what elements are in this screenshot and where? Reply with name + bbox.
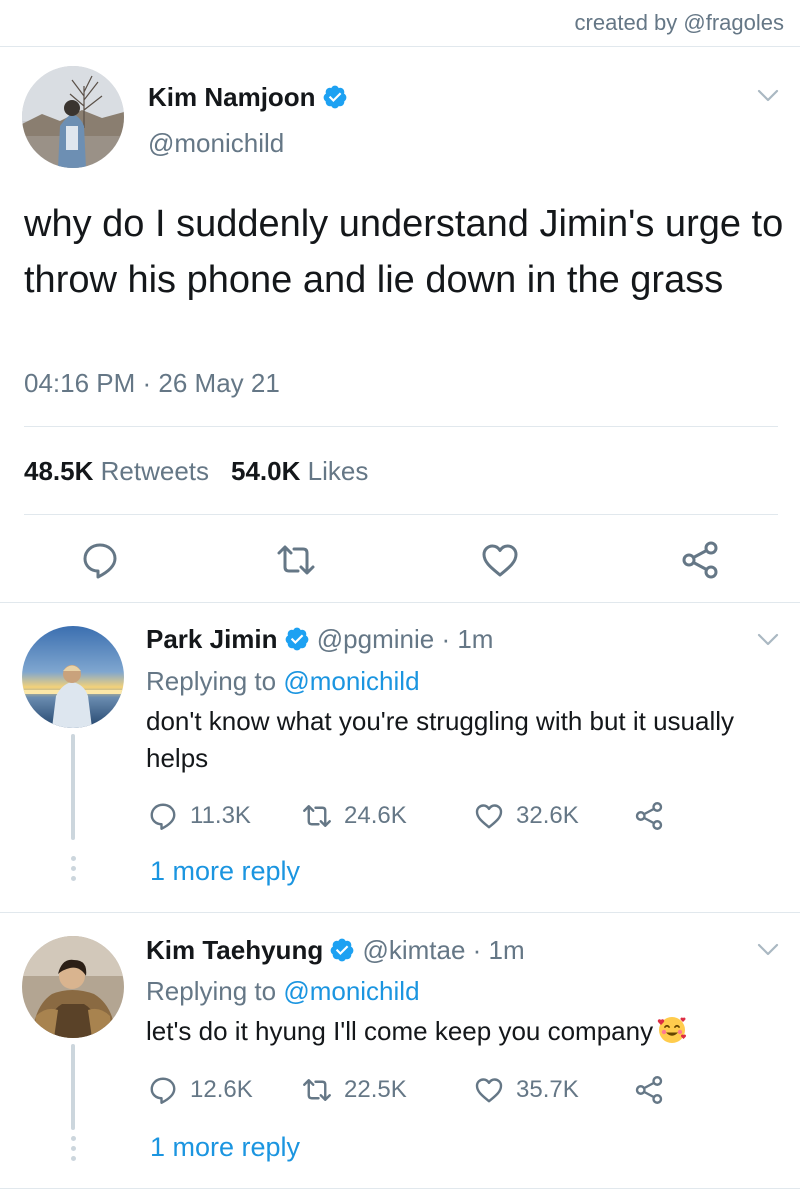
retweet-button[interactable]: 24.6K <box>302 800 407 832</box>
likes-stat[interactable]: 54.0K Likes <box>231 456 368 486</box>
tweet-timestamp[interactable]: 04:16 PM · 26 May 21 <box>24 368 280 399</box>
author-handle[interactable]: @monichild <box>148 128 284 159</box>
avatar[interactable] <box>22 626 124 728</box>
replying-to-handle[interactable]: @monichild <box>283 666 419 696</box>
likes-label: Likes <box>307 456 369 486</box>
replying-to-handle[interactable]: @monichild <box>283 976 419 1006</box>
reply-button[interactable]: 12.6K <box>148 1074 253 1106</box>
retweet-count: 24.6K <box>344 802 407 829</box>
avatar[interactable] <box>22 936 124 1038</box>
thread-dot <box>71 1156 76 1161</box>
avatar[interactable] <box>22 66 124 168</box>
like-icon <box>482 544 518 577</box>
retweets-count: 48.5K <box>24 456 94 486</box>
share-icon <box>682 541 718 579</box>
like-button[interactable]: 35.7K <box>474 1074 579 1106</box>
like-button[interactable] <box>480 540 520 580</box>
thread-dot <box>71 1136 76 1141</box>
reply-count: 12.6K <box>190 1076 253 1103</box>
divider <box>24 514 778 515</box>
share-button[interactable] <box>634 800 676 832</box>
author-name-row[interactable]: Kim Namjoon <box>148 82 348 113</box>
reply-icon <box>83 543 117 579</box>
share-icon <box>635 1076 663 1104</box>
verified-badge-icon <box>284 626 310 652</box>
reply-author-name[interactable]: Kim Taehyung <box>146 935 323 965</box>
author-name[interactable]: Kim Namjoon <box>148 82 316 112</box>
reply-header[interactable]: Park Jimin @pgminie · 1m <box>146 624 493 655</box>
reply-author-handle[interactable]: @pgminie <box>317 624 434 654</box>
share-button[interactable] <box>634 1074 676 1106</box>
more-replies-link[interactable]: 1 more reply <box>150 1132 300 1163</box>
reply-count: 11.3K <box>190 802 251 829</box>
credit-text: created by @fragoles <box>574 10 784 35</box>
retweets-label: Retweets <box>100 456 210 486</box>
reply-text: don't know what you're struggling with b… <box>146 706 735 773</box>
like-button[interactable]: 32.6K <box>474 800 579 832</box>
like-count: 32.6K <box>516 802 579 829</box>
divider <box>24 426 778 427</box>
replying-to-label: Replying to <box>146 666 277 696</box>
like-icon <box>475 1078 503 1103</box>
more-replies-link[interactable]: 1 more reply <box>150 856 300 887</box>
retweet-icon <box>303 805 331 827</box>
reply-text-row: let's do it hyung I'll come keep you com… <box>146 1013 786 1050</box>
reply-author-name[interactable]: Park Jimin <box>146 624 278 654</box>
reply-icon <box>150 1077 176 1104</box>
replying-to: Replying to @monichild <box>146 666 420 697</box>
verified-badge-icon <box>329 937 355 963</box>
divider <box>0 602 800 603</box>
reply-author-handle[interactable]: @kimtae <box>362 935 465 965</box>
divider <box>0 912 800 913</box>
reply-icon <box>150 803 176 830</box>
likes-count: 54.0K <box>231 456 301 486</box>
thread-dot <box>71 856 76 861</box>
smiling-face-with-hearts-icon <box>657 1015 687 1045</box>
chevron-down-icon[interactable] <box>756 88 780 104</box>
thread-dot <box>71 1146 76 1151</box>
like-count: 35.7K <box>516 1076 579 1103</box>
reply-header[interactable]: Kim Taehyung @kimtae · 1m <box>146 935 525 966</box>
chevron-down-icon[interactable] <box>756 632 780 648</box>
retweet-icon <box>277 545 315 575</box>
tweet-stats: 48.5K Retweets 54.0K Likes <box>24 456 368 487</box>
thread-line <box>71 734 75 840</box>
top-divider <box>0 46 800 47</box>
reply-time: · 1m <box>472 935 525 965</box>
replying-to-label: Replying to <box>146 976 277 1006</box>
thread-dot <box>71 876 76 881</box>
chevron-down-icon[interactable] <box>756 942 780 958</box>
tweet-text: why do I suddenly understand Jimin's urg… <box>24 203 784 301</box>
share-icon <box>635 802 663 830</box>
retweet-button[interactable]: 22.5K <box>302 1074 407 1106</box>
divider <box>0 1188 800 1189</box>
reply-time: · 1m <box>441 624 494 654</box>
replying-to: Replying to @monichild <box>146 976 420 1007</box>
thread-dot <box>71 866 76 871</box>
retweet-button[interactable] <box>276 540 316 580</box>
retweets-stat[interactable]: 48.5K Retweets <box>24 456 209 486</box>
reply-text: let's do it hyung I'll come keep you com… <box>146 1016 654 1046</box>
verified-badge-icon <box>322 84 348 110</box>
share-button[interactable] <box>680 540 720 580</box>
reply-button[interactable]: 11.3K <box>148 800 251 832</box>
retweet-count: 22.5K <box>344 1076 407 1103</box>
like-icon <box>475 804 503 829</box>
thread-line <box>71 1044 75 1130</box>
retweet-icon <box>303 1079 331 1101</box>
reply-button[interactable] <box>80 540 120 580</box>
